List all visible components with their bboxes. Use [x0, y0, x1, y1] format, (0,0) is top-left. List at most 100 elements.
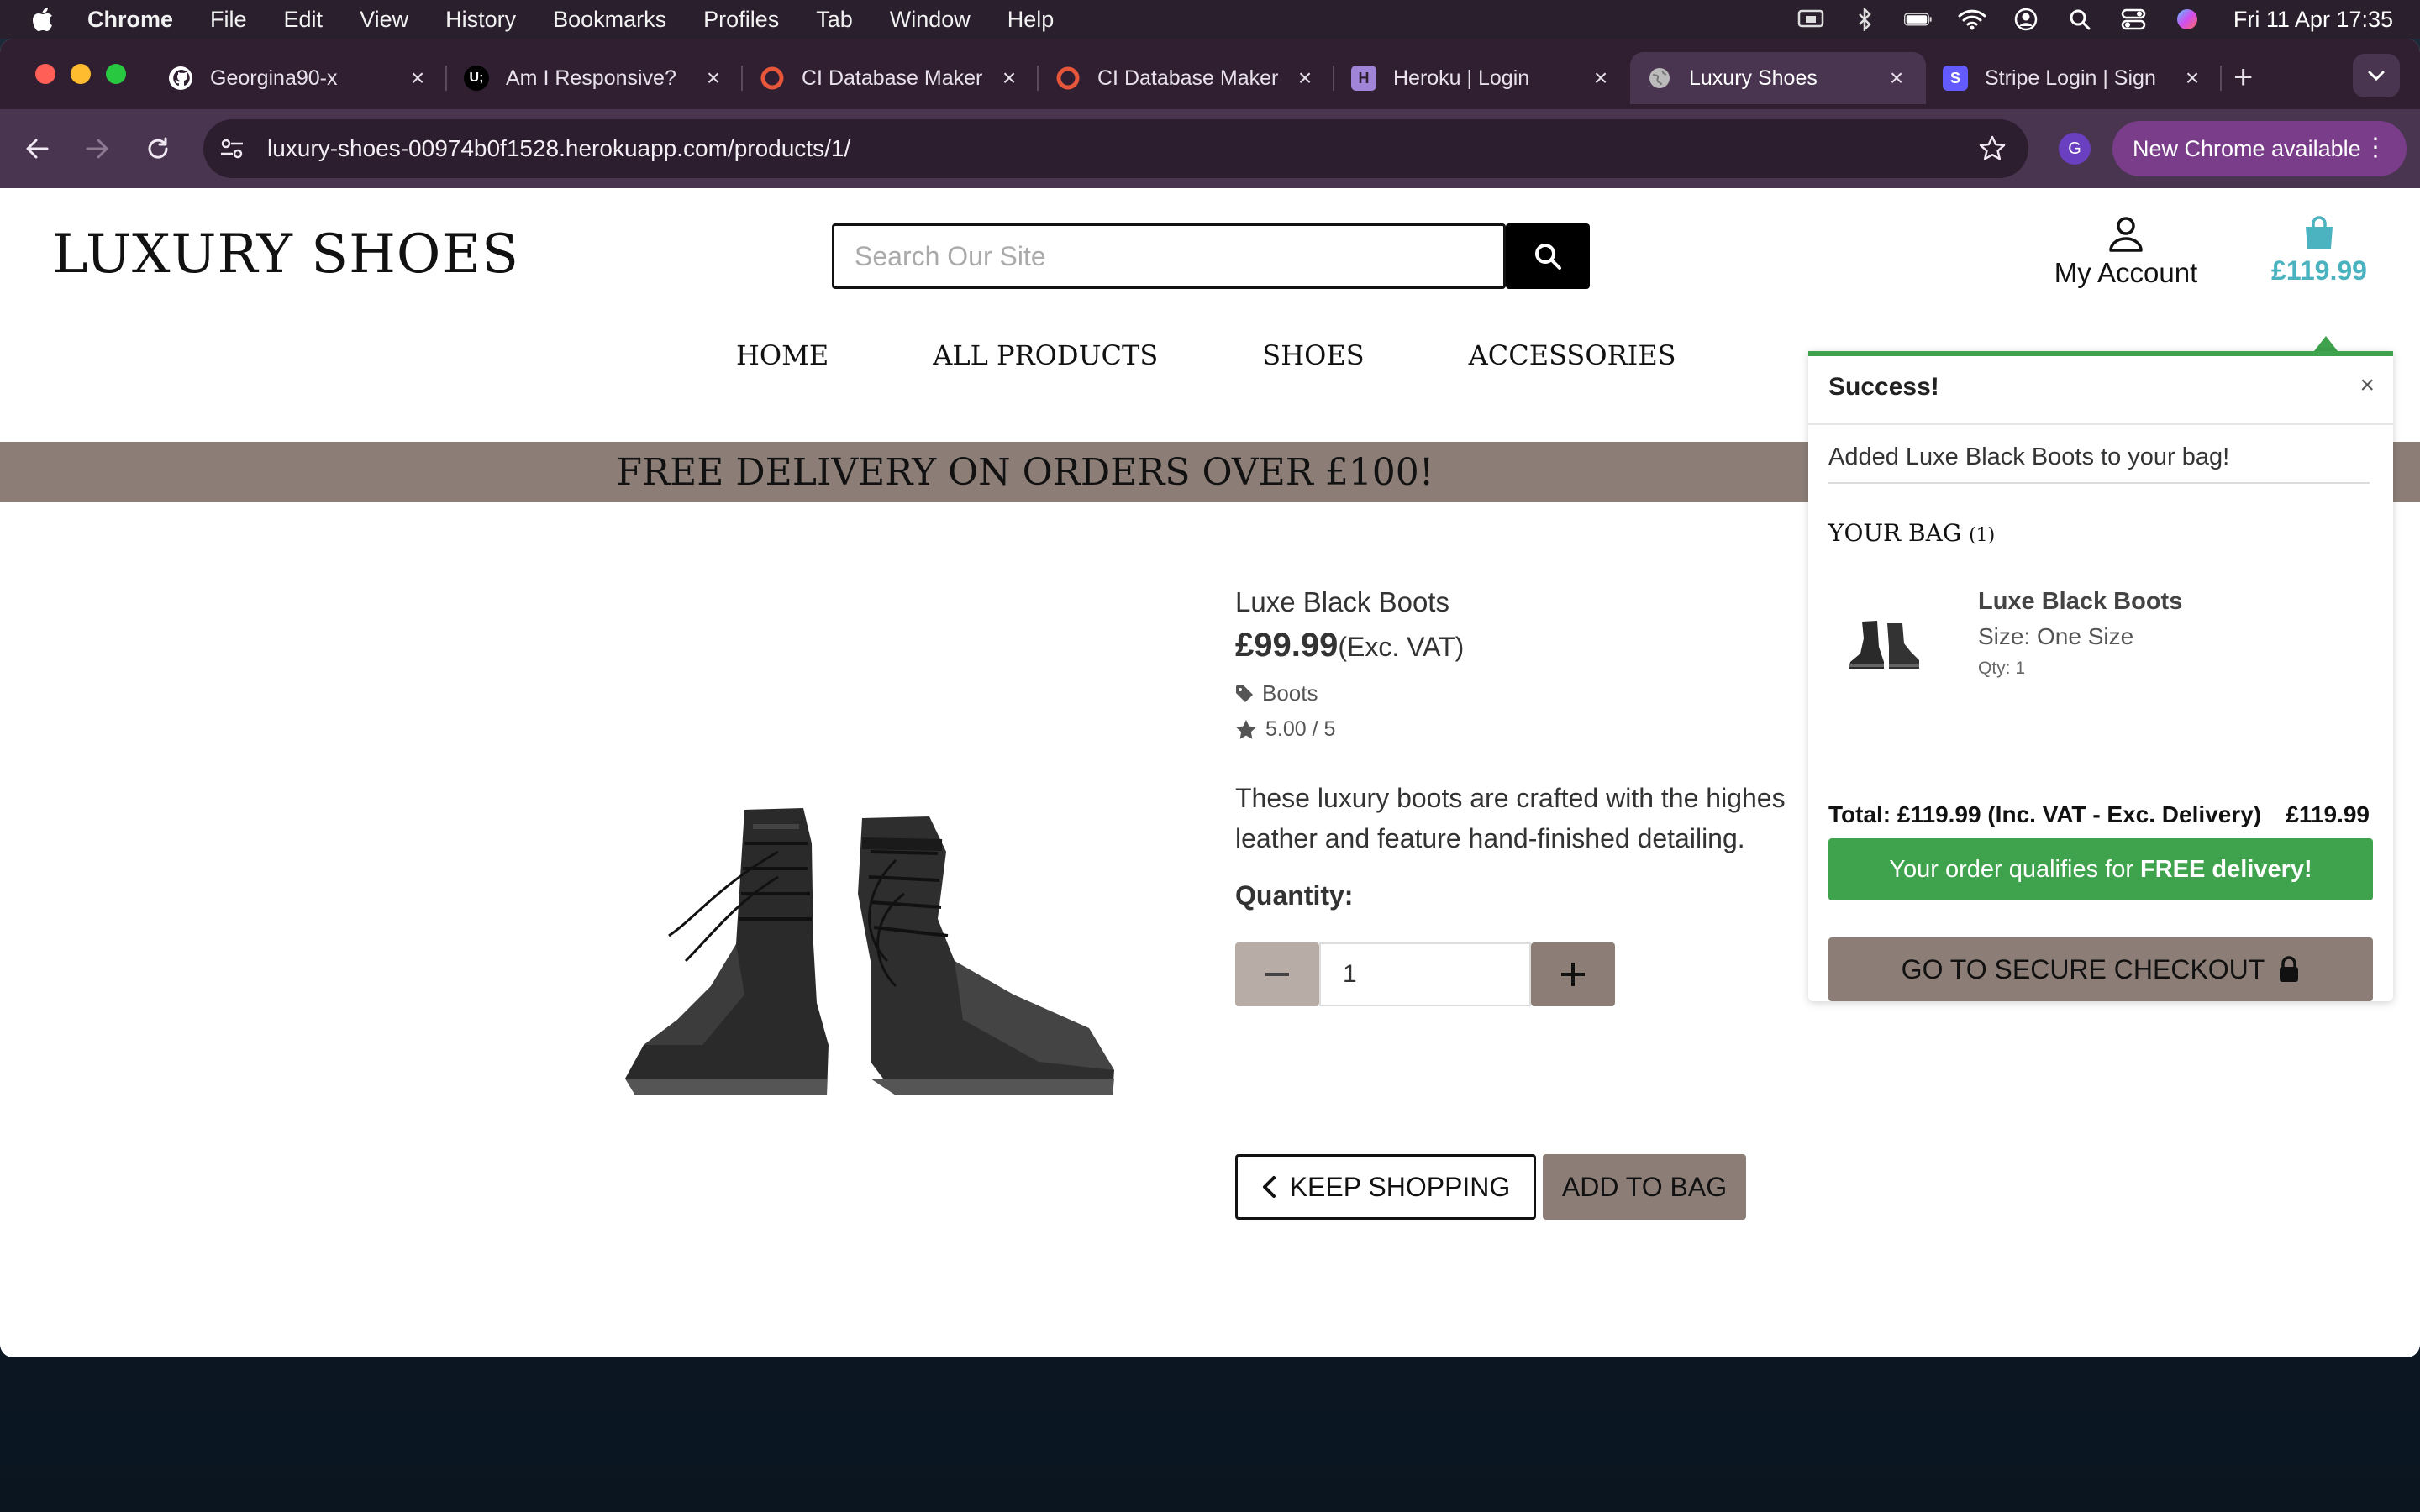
toast-divider [1828, 482, 2370, 484]
bluetooth-icon[interactable] [1850, 8, 1879, 31]
tab-am-i-responsive[interactable]: U; Am I Responsive? × [447, 52, 743, 104]
success-toast: Success! × Added Luxe Black Boots to you… [1808, 351, 2393, 1001]
menu-edit[interactable]: Edit [284, 7, 324, 33]
shopping-bag-icon [2306, 216, 2333, 249]
tab-georgina90-x[interactable]: Georgina90-x × [151, 52, 447, 104]
tab-ci-database-maker-2[interactable]: CI Database Maker × [1039, 52, 1334, 104]
tab-heroku-login[interactable]: H Heroku | Login × [1334, 52, 1630, 104]
new-chrome-available-button[interactable]: New Chrome available ⋮ [2112, 121, 2407, 176]
bag-total: £119.99 [2271, 255, 2367, 286]
update-label: New Chrome available [2133, 135, 2361, 161]
screen-mirror-icon[interactable] [1797, 8, 1825, 30]
address-bar[interactable]: luxury-shoes-00974b0f1528.herokuapp.com/… [203, 119, 2028, 178]
bag-item-name: Luxe Black Boots [1978, 588, 2183, 615]
reload-icon[interactable] [139, 130, 176, 167]
toast-pointer-arrow [2314, 336, 2338, 351]
menu-window[interactable]: Window [890, 7, 971, 33]
secure-checkout-button[interactable]: GO TO SECURE CHECKOUT [1828, 937, 2373, 1001]
toast-divider [1808, 423, 2393, 425]
search-button[interactable] [1506, 223, 1590, 289]
apple-logo-icon[interactable] [32, 7, 59, 32]
siri-icon[interactable] [2173, 8, 2202, 30]
tab-stripe-login[interactable]: S Stripe Login | Sign × [1926, 52, 2222, 104]
tab-close-icon[interactable]: × [997, 65, 1022, 92]
menu-app-name[interactable]: Chrome [87, 7, 173, 33]
nav-home[interactable]: HOME [736, 339, 829, 371]
free-delivery-bold: FREE delivery! [2140, 855, 2312, 883]
tab-strip: Georgina90-x × U; Am I Responsive? × CI … [0, 39, 2420, 109]
tag-icon [1236, 685, 1253, 702]
nav-all-products[interactable]: ALL PRODUCTS [933, 339, 1158, 371]
product-rating: 5.00 / 5 [1235, 717, 1335, 742]
delivery-banner-text: FREE DELIVERY ON ORDERS OVER £100! [616, 450, 1434, 494]
bag-total-label: Total: £119.99 (Inc. VAT - Exc. Delivery… [1828, 801, 2262, 827]
battery-icon[interactable] [1903, 8, 1933, 30]
bag-heading-label: YOUR BAG [1828, 519, 1962, 547]
product-price: £99.99 [1235, 627, 1339, 664]
stripe-icon: S [1943, 66, 1968, 91]
nav-accessories[interactable]: ACCESSORIES [1469, 339, 1676, 371]
quantity-input[interactable] [1319, 942, 1531, 1006]
close-window-button[interactable] [35, 64, 55, 84]
tab-ci-database-maker-1[interactable]: CI Database Maker × [743, 52, 1039, 104]
zoom-window-button[interactable] [106, 64, 126, 84]
tab-close-icon[interactable]: × [405, 65, 430, 92]
macos-menu-bar: Chrome File Edit View History Bookmarks … [0, 0, 2420, 39]
increment-button[interactable] [1531, 942, 1615, 1006]
heroku-icon: H [1351, 66, 1376, 91]
shopping-bag-link[interactable]: £119.99 [2269, 215, 2370, 286]
product-image[interactable] [618, 793, 1123, 1112]
tab-title: Stripe Login | Sign [1985, 66, 2156, 90]
minus-icon [1265, 973, 1289, 976]
site-logo[interactable]: LUXURY SHOES [52, 223, 519, 286]
minimize-window-button[interactable] [71, 64, 91, 84]
control-center-icon[interactable] [2119, 8, 2148, 30]
product-category-link[interactable]: Boots [1235, 680, 1318, 706]
tab-close-icon[interactable]: × [701, 65, 726, 92]
globe-icon [1647, 66, 1672, 91]
bookmark-star-icon[interactable] [1978, 134, 2007, 169]
bag-item-thumbnail [1845, 613, 1921, 672]
bag-total-row: Total: £119.99 (Inc. VAT - Exc. Delivery… [1828, 801, 2370, 828]
menu-bookmarks[interactable]: Bookmarks [553, 7, 666, 33]
back-arrow-icon[interactable] [18, 130, 55, 167]
tab-close-icon[interactable]: × [2180, 65, 2205, 92]
toast-title: Success! [1828, 373, 1939, 401]
my-account-link[interactable]: My Account [2050, 215, 2202, 289]
tab-close-icon[interactable]: × [1884, 65, 1909, 92]
user-account-icon[interactable] [2012, 8, 2040, 31]
ui-icon: U; [464, 66, 489, 91]
forward-arrow-icon[interactable] [79, 130, 116, 167]
menu-view[interactable]: View [360, 7, 408, 33]
profile-avatar[interactable]: G [2059, 133, 2091, 165]
new-tab-plus-icon[interactable]: + [2233, 60, 2253, 94]
bag-total-value: £119.99 [2286, 801, 2370, 827]
my-account-label: My Account [2054, 257, 2198, 288]
tab-search-chevron-icon[interactable] [2353, 54, 2400, 97]
tab-close-icon[interactable]: × [1588, 65, 1613, 92]
menu-profiles[interactable]: Profiles [703, 7, 779, 33]
menu-help[interactable]: Help [1007, 7, 1055, 33]
star-icon [1236, 719, 1256, 739]
product-category: Boots [1262, 680, 1318, 706]
spotlight-search-icon[interactable] [2065, 8, 2094, 30]
rating-value: 5.00 / 5 [1265, 717, 1336, 741]
quantity-label: Quantity: [1235, 880, 1354, 911]
keep-shopping-button[interactable]: KEEP SHOPPING [1235, 1154, 1536, 1220]
menu-tab[interactable]: Tab [816, 7, 853, 33]
search-input[interactable] [832, 223, 1506, 289]
menu-file[interactable]: File [210, 7, 247, 33]
add-to-bag-button[interactable]: ADD TO BAG [1543, 1154, 1746, 1220]
tab-luxury-shoes[interactable]: Luxury Shoes × [1630, 52, 1926, 104]
menu-history[interactable]: History [445, 7, 516, 33]
decrement-button[interactable] [1235, 942, 1319, 1006]
tab-close-icon[interactable]: × [1292, 65, 1318, 92]
site-info-tune-icon[interactable] [215, 137, 249, 160]
menu-bar-clock[interactable]: Fri 11 Apr 17:35 [2233, 7, 2393, 33]
nav-shoes[interactable]: SHOES [1262, 339, 1364, 371]
address-url[interactable]: luxury-shoes-00974b0f1528.herokuapp.com/… [267, 135, 850, 162]
tab-title: Georgina90-x [210, 66, 338, 90]
more-menu-icon[interactable]: ⋮ [2363, 133, 2388, 163]
wifi-icon[interactable] [1958, 8, 1986, 30]
close-icon[interactable]: × [2360, 371, 2375, 400]
